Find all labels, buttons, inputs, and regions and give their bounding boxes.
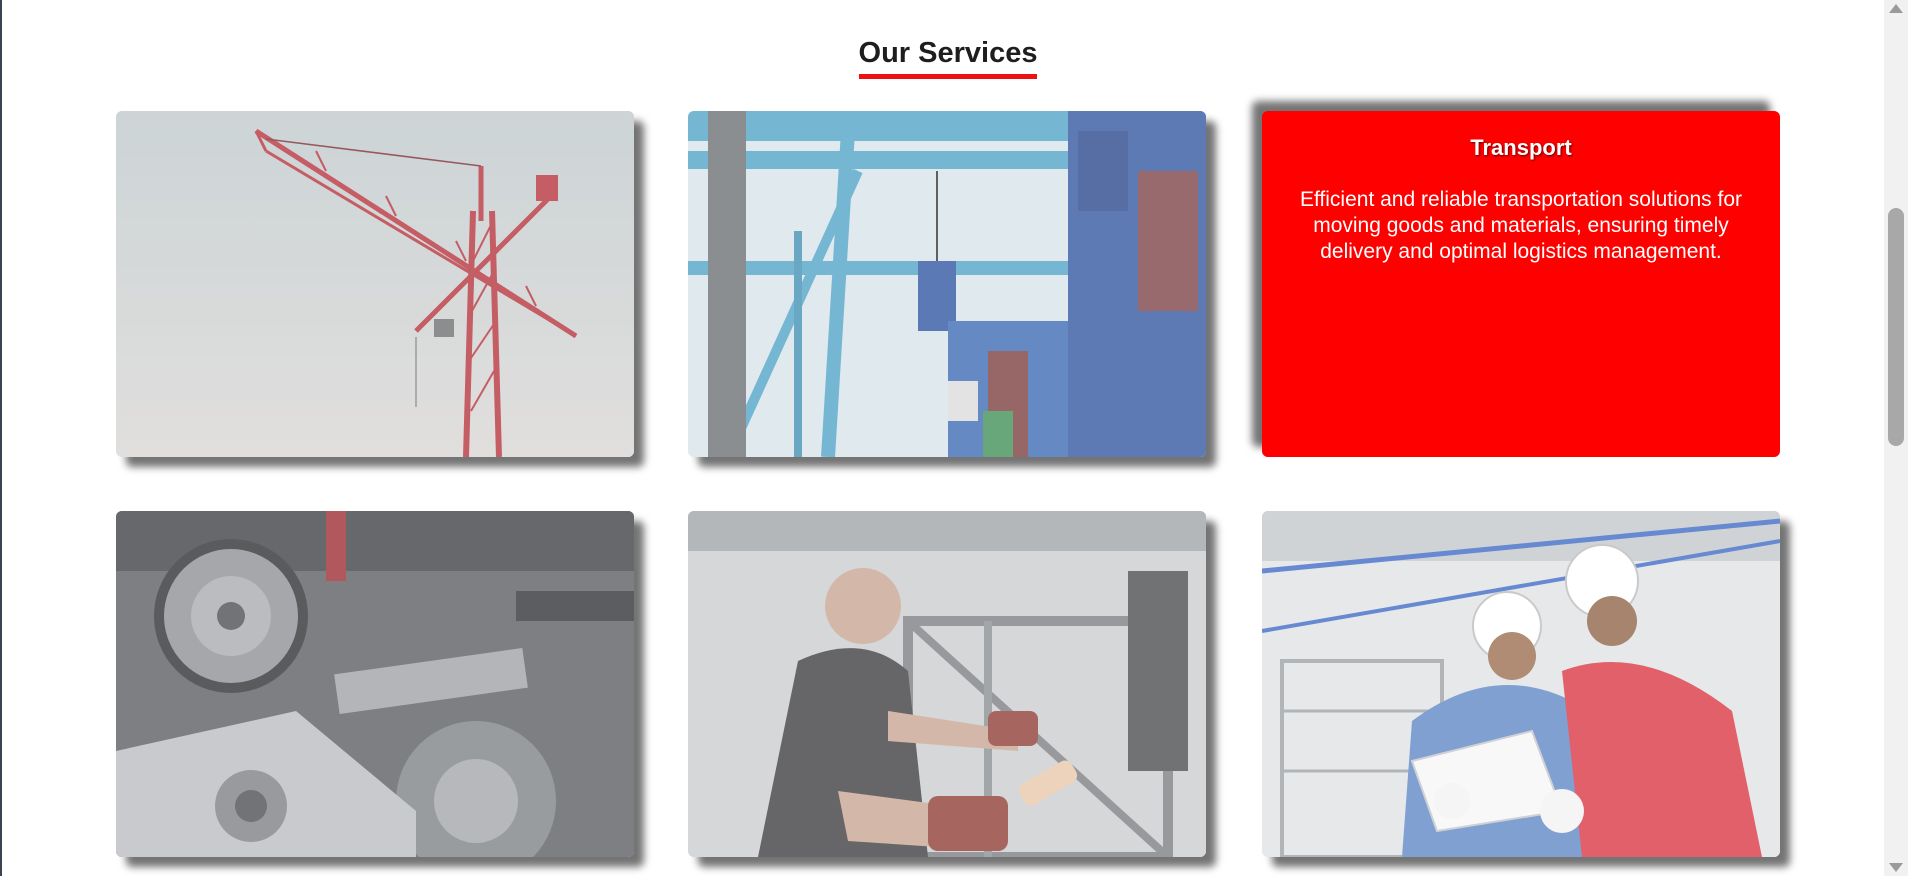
scroll-thumb[interactable] bbox=[1888, 208, 1904, 446]
service-card-fabrication[interactable] bbox=[688, 511, 1206, 857]
service-card-port[interactable] bbox=[688, 111, 1206, 457]
card-title: Transport bbox=[1470, 135, 1572, 160]
service-card-engine[interactable] bbox=[116, 511, 634, 857]
section-title: Our Services bbox=[858, 34, 1038, 79]
scroll-down-arrow-icon[interactable] bbox=[1889, 863, 1903, 872]
vertical-scrollbar[interactable] bbox=[1884, 0, 1908, 876]
card-description: Efficient and reliable transportation so… bbox=[1299, 188, 1743, 263]
scroll-up-arrow-icon[interactable] bbox=[1889, 4, 1903, 13]
service-card-engineering[interactable] bbox=[1262, 511, 1780, 857]
service-card-transport[interactable]: Transport Efficient and reliable transpo… bbox=[1262, 111, 1780, 457]
services-section: Our Services Transport Efficient and rel… bbox=[2, 0, 1884, 876]
service-card-crane[interactable] bbox=[116, 111, 634, 457]
